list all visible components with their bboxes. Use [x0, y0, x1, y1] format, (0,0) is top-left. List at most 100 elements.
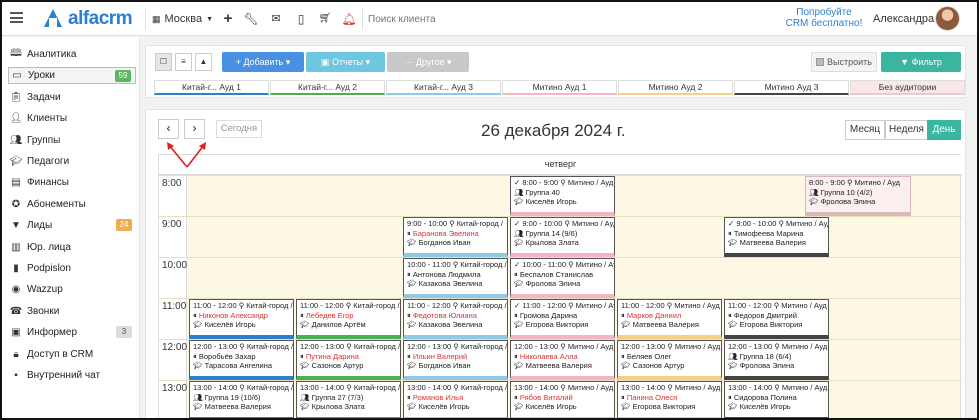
sidebar-item[interactable]: ▣ Информер 3 [8, 324, 136, 341]
lesson-event[interactable]: ✓ 11:00 - 12:00 ⚲ Митино / Ауд 1⏸︎ Громо… [510, 299, 615, 339]
lesson-event[interactable]: 11:00 - 12:00 ⚲ Митино / Ауд ⏸︎ Марков Да… [617, 299, 722, 339]
event-teacher: Фролова Элина [739, 361, 795, 370]
sidebar-item-label: Информер [27, 327, 78, 339]
lesson-event[interactable]: 10:00 - 11:00 ⚲ Китай-город / ⏸︎ Антонова… [403, 258, 508, 298]
sidebar-item[interactable]: 👤︎ Клиенты [8, 110, 136, 127]
graduation-cap-icon: 🎓︎ [728, 402, 740, 411]
event-line: ⏸︎ Романов Илья [407, 393, 504, 403]
certificate-icon: ✪ [11, 198, 21, 210]
align-button[interactable]: Выстроить [811, 52, 877, 72]
grade-view-icon[interactable]: ▲ [195, 53, 212, 71]
lesson-event[interactable]: 12:00 - 13:00 ⚲ Китай-город / ⏸︎ Воробьёв… [189, 340, 294, 380]
event-client: Марков Даниил [626, 310, 682, 320]
list-view-icon[interactable]: ≡ [175, 53, 192, 71]
event-client: Воробьёв Захар [198, 351, 256, 361]
sidebar-item[interactable]: ☎ Звонки [8, 303, 136, 320]
reports-button[interactable]: ▣ Отчеты ▾ [306, 52, 385, 72]
room-tab[interactable]: Китай-г... Ауд 1 [154, 80, 269, 95]
sidebar-item[interactable]: 👥︎ Группы [8, 132, 136, 149]
lesson-event[interactable]: 12:00 - 13:00 ⚲ Митино / Ауд ⏸︎ Беляев Ол… [617, 340, 722, 380]
week-button[interactable]: Неделя [885, 120, 928, 140]
sidebar-item[interactable]: ▮ Podpislon [8, 260, 136, 277]
month-button[interactable]: Месяц [845, 120, 885, 140]
lesson-event[interactable]: 13:00 - 14:00 ⚲ Китай-город / 👥︎ Группа 2… [296, 381, 401, 418]
lesson-event[interactable]: 12:00 - 13:00 ⚲ Китай-город / ⏸︎ Ильин Ва… [403, 340, 508, 380]
sidebar-item[interactable]: ◉ Wazzup [8, 281, 136, 298]
calendar-view-icon[interactable]: ☐ [155, 53, 172, 71]
event-teacher: Сазонов Артур [632, 361, 685, 370]
sidebar-item[interactable]: ▪ Внутренний чат [8, 367, 136, 384]
lesson-event[interactable]: 12:00 - 13:00 ⚲ Китай-город / ⏸︎ Путина Д… [296, 340, 401, 380]
today-button[interactable]: Сегодня [216, 120, 262, 138]
lesson-event[interactable]: 13:00 - 14:00 ⚲ Митино / Ауд ⏸︎ Сидорова … [724, 381, 829, 418]
lesson-event[interactable]: 8:00 - 9:00 ⚲ Митино / Ауд 👥︎ Группа 10 (… [805, 176, 911, 216]
filter-button[interactable]: ▼ Фильтр [881, 52, 961, 72]
sidebar-item-label: Уроки [28, 70, 55, 82]
app-window: alfacrm ▦ Москва ▼ + 🔧︎ ✉ ▯ 🛒︎ 🔔︎ Попроб… [0, 0, 979, 420]
lesson-event[interactable]: ✓ 9:00 - 10:00 ⚲ Митино / Ауд 1 👥︎ Группа… [510, 217, 615, 257]
sidebar-item[interactable]: ✪ Абонементы [8, 196, 136, 213]
prev-button[interactable]: ‹ [158, 119, 179, 139]
sidebar-item[interactable]: ▼ Лиды 24 [8, 217, 136, 234]
bell-icon[interactable]: 🔔︎ [341, 11, 357, 27]
sidebar-item[interactable]: ▭ Уроки 59 [8, 67, 136, 85]
lesson-event[interactable]: 11:00 - 12:00 ⚲ Китай-город / ⏸︎ Лебедев … [296, 299, 401, 339]
lesson-event[interactable]: 13:00 - 14:00 ⚲ Митино / Ауд ⏸︎ Панина Ол… [617, 381, 722, 418]
event-teacher: Крылова Злата [311, 402, 365, 411]
sidebar-item[interactable]: 🎓︎ Педагоги [8, 153, 136, 170]
lesson-event[interactable]: 13:00 - 14:00 ⚲ Митино / Ауд 1 ⏸︎ Рябов В… [510, 381, 615, 418]
lesson-event[interactable]: ✓ 10:00 - 11:00 ⚲ Митино / Ауд 1⏸︎ Беспа… [510, 258, 615, 298]
day-button[interactable]: День [927, 120, 961, 140]
user-name[interactable]: Александра [873, 13, 934, 25]
event-line: 🎓︎ Киселёв Игорь [193, 320, 290, 330]
menu-icon[interactable] [10, 12, 23, 23]
sidebar-item[interactable]: 🔒︎ Доступ в CRM [8, 346, 136, 363]
room-tab[interactable]: Китай-г... Ауд 3 [386, 80, 501, 95]
phone-icon[interactable]: ▯ [293, 11, 309, 27]
room-tab[interactable]: Китай-г... Ауд 2 [270, 80, 385, 95]
lesson-event[interactable]: 11:00 - 12:00 ⚲ Китай-город / ⏸︎ Никонов … [189, 299, 294, 339]
graduation-cap-icon: 🎓︎ [300, 320, 312, 329]
event-line: ⏸︎ Воробьёв Захар [193, 352, 290, 362]
event-client: Рябов Виталий [519, 392, 573, 402]
lesson-event[interactable]: 9:00 - 10:00 ⚲ Китай-город / ⏸︎ Баранова … [403, 217, 508, 257]
event-line: ⏸︎ Сидорова Полина [728, 393, 825, 403]
cart-icon[interactable]: 🛒︎ [317, 11, 333, 27]
lesson-event[interactable]: 13:00 - 14:00 ⚲ Китай-город / 👥︎ Группа 1… [189, 381, 294, 418]
board-icon: ▭ [12, 70, 22, 82]
lesson-event[interactable]: ✓ 9:00 - 10:00 ⚲ Митино / Ауд ⏸︎ Тимофеев… [724, 217, 829, 257]
other-button[interactable]: ··· Другое ▾ [387, 52, 469, 72]
room-tab[interactable]: Митино Ауд 2 [618, 80, 733, 95]
room-tab[interactable]: Без аудитории [850, 80, 965, 95]
sidebar-item[interactable]: 🕮 Аналитика [8, 46, 136, 63]
sidebar-item[interactable]: ▥ Юр. лица [8, 239, 136, 256]
lesson-event[interactable]: 11:00 - 12:00 ⚲ Китай-город / ⏸︎ Федотова… [403, 299, 508, 339]
logo[interactable]: alfacrm [42, 8, 133, 30]
city-selector[interactable]: ▦ Москва ▼ [152, 13, 213, 25]
avatar[interactable] [935, 6, 960, 31]
graduation-cap-icon: 🎓︎ [728, 361, 740, 370]
event-teacher: Богданов Иван [418, 238, 471, 247]
trial-link[interactable]: Попробуйте CRM бесплатно! [784, 7, 864, 29]
sidebar: 🕮 Аналитика ▭ Уроки 59 📋︎ Задачи 👤︎ Клиенты 👥︎ Гру… [2, 37, 140, 418]
sidebar-item[interactable]: ▤ Финансы [8, 174, 136, 191]
room-tab[interactable]: Митино Ауд 1 [502, 80, 617, 95]
lesson-event[interactable]: 11:00 - 12:00 ⚲ Митино / Ауд ⏸︎ Федоров Д… [724, 299, 829, 339]
sidebar-item[interactable]: 📋︎ Задачи [8, 89, 136, 106]
mail-icon[interactable]: ✉ [268, 11, 284, 27]
graduation-cap-icon: 🎓︎ [407, 279, 419, 288]
next-button[interactable]: › [184, 119, 205, 139]
client-search-input[interactable] [368, 10, 568, 28]
graduation-cap-icon: 🎓︎ [9, 156, 23, 167]
event-line: ✓ 9:00 - 10:00 ⚲ Митино / Ауд 1 [514, 219, 614, 229]
room-tab[interactable]: Митино Ауд 3 [734, 80, 849, 95]
wrench-icon[interactable]: 🔧︎ [243, 11, 259, 27]
lesson-event[interactable]: ✓ 8:00 - 9:00 ⚲ Митино / Ауд 1 👥︎ Группа … [510, 176, 615, 216]
plus-icon[interactable]: + [220, 11, 236, 27]
lesson-event[interactable]: 12:00 - 13:00 ⚲ Митино / Ауд 1 ⏸︎ Николае… [510, 340, 615, 380]
event-line: 12:00 - 13:00 ⚲ Митино / Ауд [621, 342, 720, 352]
lesson-event[interactable]: 13:00 - 14:00 ⚲ Китай-город / ⏸︎ Романов … [403, 381, 508, 418]
building-icon: ▥ [11, 241, 21, 253]
add-button[interactable]: + Добавить ▾ [222, 52, 304, 72]
lesson-event[interactable]: 12:00 - 13:00 ⚲ Митино / Ауд 👥︎ Группа 18… [724, 340, 829, 380]
